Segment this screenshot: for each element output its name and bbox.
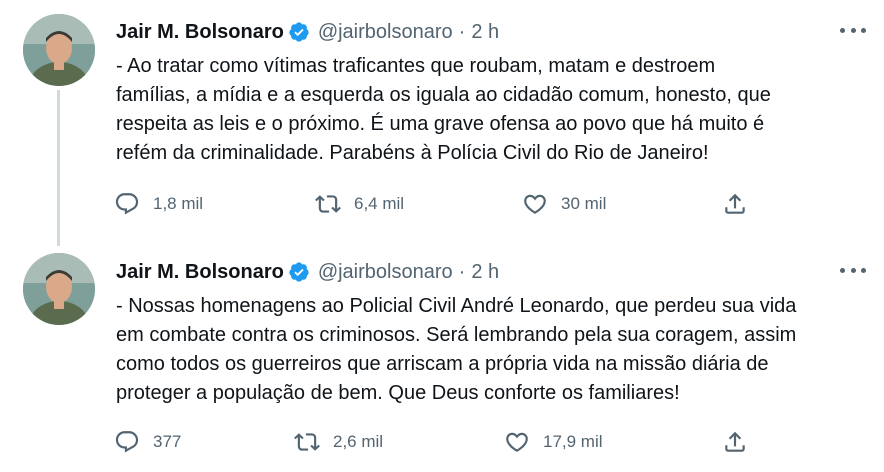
retweet-count: 6,4 mil [354,194,405,213]
author-name[interactable]: Jair M. Bolsonaro [116,261,284,284]
tweet-header: Jair M. Bolsonaro @jairbolsonaro · 2 h [116,18,499,46]
verified-badge-icon [289,22,309,42]
verified-badge-icon [289,262,309,282]
reply-icon [115,193,139,215]
like-count: 17,9 mil [543,432,603,451]
more-options-icon[interactable] [840,260,866,280]
like-button[interactable]: 30 mil [522,191,606,217]
retweet-button[interactable]: 6,4 mil [315,191,404,217]
retweet-icon [294,433,320,451]
reply-count: 1,8 mil [153,194,204,213]
separator: · [458,20,466,43]
more-options-icon[interactable] [840,20,866,40]
tweet-text: - Nossas homenagens ao Policial Civil An… [116,295,797,404]
tweet-header: Jair M. Bolsonaro @jairbolsonaro · 2 h [116,258,499,286]
avatar[interactable] [23,253,95,325]
retweet-button[interactable]: 2,6 mil [294,429,383,455]
like-count: 30 mil [561,194,607,213]
timestamp[interactable]: 2 h [471,21,499,44]
avatar[interactable] [23,14,95,86]
share-icon [725,193,745,214]
reply-button[interactable]: 1,8 mil [114,191,203,217]
share-icon [725,431,745,452]
reply-button[interactable]: 377 [114,429,181,455]
share-button[interactable] [722,191,748,217]
author-handle[interactable]: @jairbolsonaro [318,21,453,44]
author-handle[interactable]: @jairbolsonaro [318,261,453,284]
timestamp[interactable]: 2 h [471,261,499,284]
author-name[interactable]: Jair M. Bolsonaro [116,21,284,44]
tweet[interactable]: Jair M. Bolsonaro @jairbolsonaro · 2 h -… [0,0,884,236]
separator: · [458,260,466,283]
tweet[interactable]: Jair M. Bolsonaro @jairbolsonaro · 2 h -… [0,236,884,472]
reply-count: 377 [153,432,182,451]
retweet-count: 2,6 mil [333,432,384,451]
like-button[interactable]: 17,9 mil [504,429,603,455]
reply-icon [115,431,139,453]
heart-icon [506,432,528,452]
tweet-text: - Ao tratar como vítimas traficantes que… [116,55,771,164]
retweet-icon [315,195,341,213]
heart-icon [524,194,546,214]
share-button[interactable] [722,429,748,455]
tweet-thread: Jair M. Bolsonaro @jairbolsonaro · 2 h -… [0,0,884,472]
